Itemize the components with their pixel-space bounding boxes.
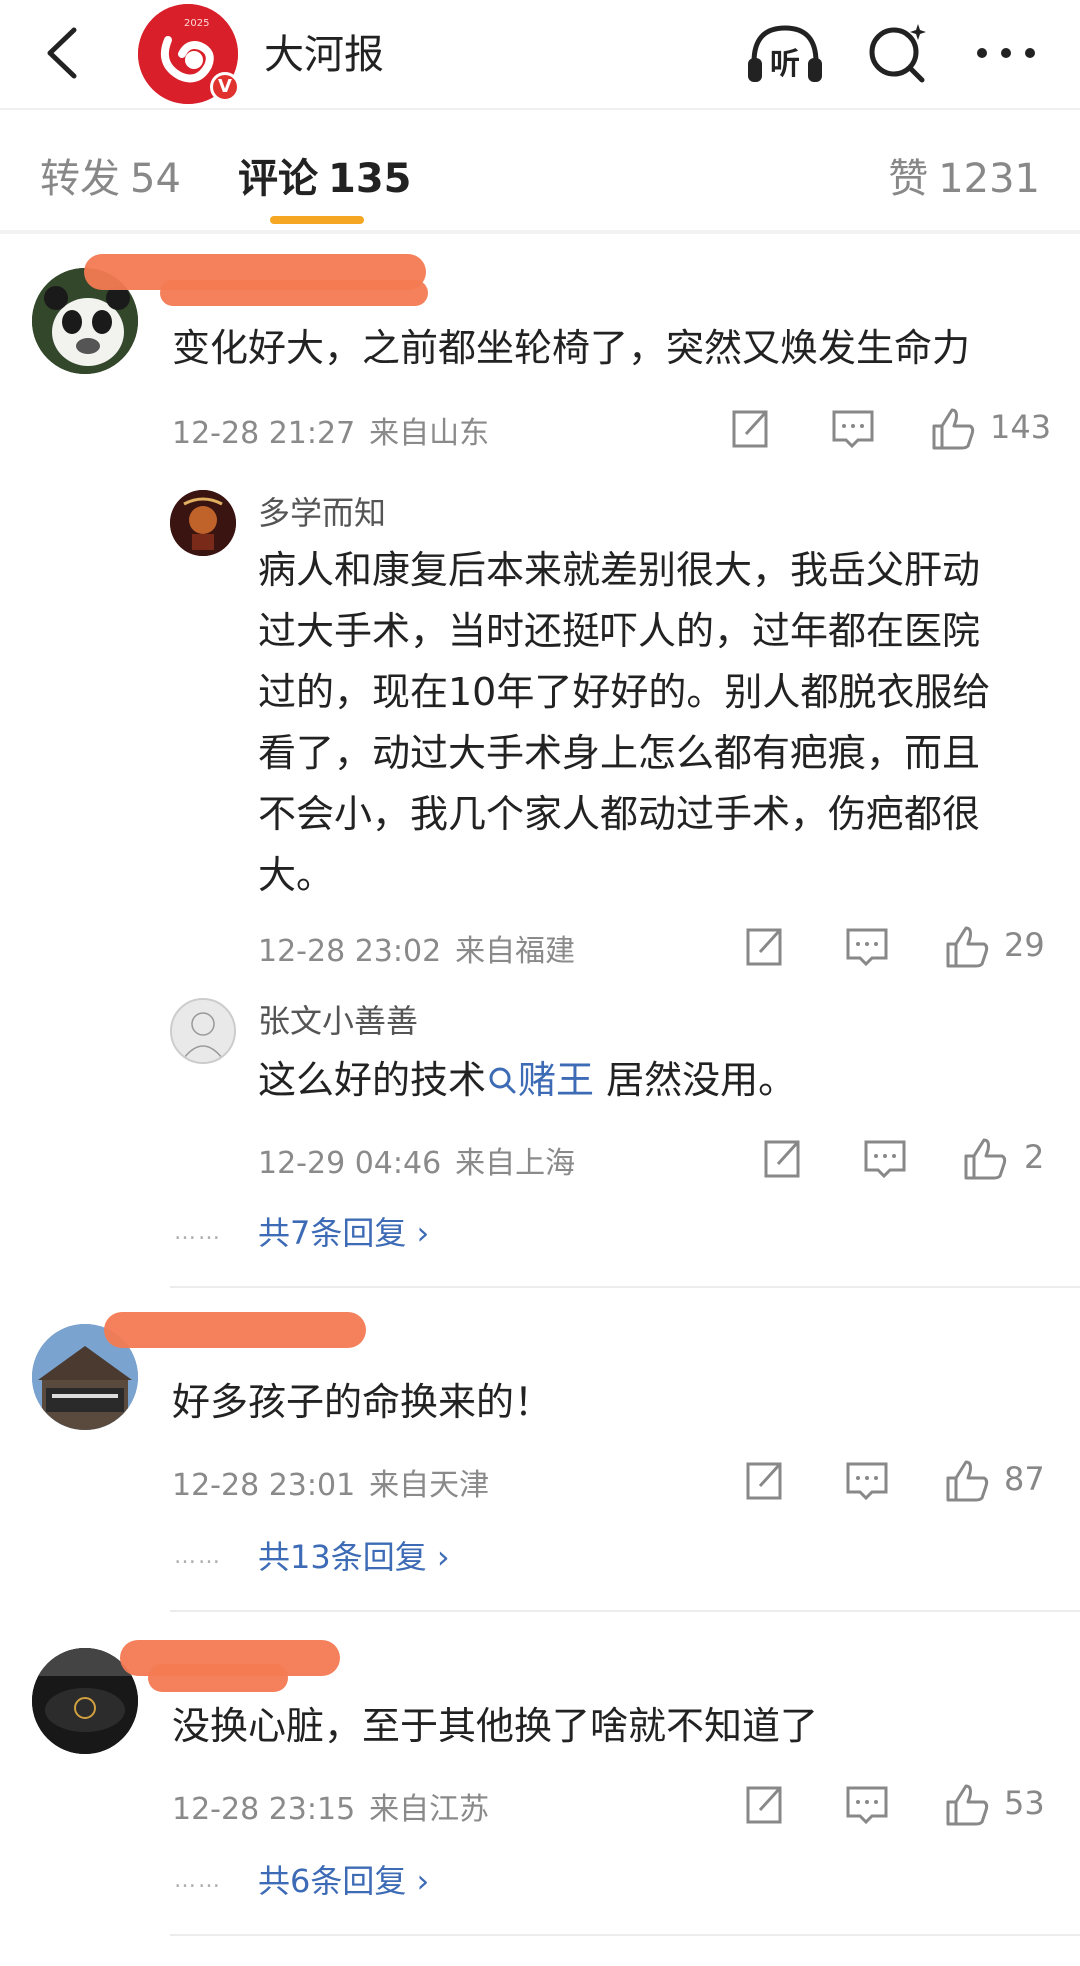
page-title: 大河报	[264, 32, 384, 78]
comment-location: 来自天津	[369, 1468, 490, 1503]
reply-meta: 12-29 04:46 来自上海	[258, 1138, 575, 1182]
back-icon[interactable]	[30, 18, 100, 88]
avatar[interactable]	[170, 998, 236, 1064]
redacted-username	[104, 1312, 366, 1348]
reply-text: 病人和康复后本来就差别很大，我岳父肝动 过大手术，当时还挺吓人的，过年都在医院 …	[258, 540, 990, 906]
tab-comments[interactable]: 评论 135	[238, 146, 412, 204]
search-icon	[489, 1067, 516, 1094]
hashtag-link[interactable]: 赌王	[486, 1058, 594, 1102]
more-replies-link[interactable]: 共7条回复 ›	[258, 1208, 429, 1254]
comment-icon[interactable]	[842, 1780, 892, 1830]
comment-time: 12-28 21:27	[172, 416, 356, 451]
comment-text: 没换心脏，至于其他换了啥就不知道了	[172, 1704, 819, 1748]
account-avatar-logo[interactable]: 2025 V	[138, 4, 240, 104]
hashtag-text: 赌王	[518, 1058, 595, 1102]
comment-time: 12-28 23:01	[172, 1468, 356, 1503]
active-tab-indicator	[270, 216, 364, 224]
reply-text-line: 过大手术，当时还挺吓人的，过年都在医院	[258, 609, 981, 653]
comment-meta: 12-28 21:27 来自山东	[172, 408, 489, 452]
dots-divider: ……	[174, 1220, 222, 1245]
dots-divider: ……	[174, 1868, 222, 1893]
tab-repost-label: 转发	[40, 156, 120, 202]
reply-username[interactable]: 张文小善善	[258, 996, 418, 1042]
like-count: 87	[1004, 1460, 1045, 1498]
tab-likes[interactable]: 赞 1231	[888, 146, 1040, 204]
like-count: 29	[1004, 926, 1045, 964]
logo-year: 2025	[184, 18, 210, 29]
like-count: 2	[1024, 1138, 1045, 1176]
divider	[170, 1934, 1080, 1936]
comment-time: 12-28 23:15	[172, 1792, 356, 1827]
comment-meta: 12-28 23:01 来自天津	[172, 1460, 489, 1504]
reply-text-line: 过的，现在10年了好好的。别人都脱衣服给	[258, 670, 991, 714]
reply-actions: 29	[738, 922, 1058, 972]
listen-icon[interactable]: 听	[744, 18, 826, 88]
share-icon[interactable]	[738, 1456, 788, 1506]
share-icon[interactable]	[738, 922, 788, 972]
reply-text-line: 看了，动过大手术身上怎么都有疤痕，而且	[258, 731, 981, 775]
tab-repost-count: 54	[130, 156, 181, 202]
comment-icon[interactable]	[860, 1134, 910, 1184]
tab-bar: 转发 54 评论 135 赞 1231	[0, 108, 1080, 230]
reply-text-line: 病人和康复后本来就差别很大，我岳父肝动	[258, 548, 981, 592]
reply-actions: 2	[756, 1134, 1056, 1184]
avatar[interactable]	[170, 490, 236, 556]
more-replies-link[interactable]: 共13条回复 ›	[258, 1532, 450, 1578]
reply-text-part: 居然没用。	[594, 1058, 797, 1102]
like-icon[interactable]	[942, 922, 992, 972]
comment-actions: 87	[738, 1456, 1058, 1506]
reply-meta: 12-28 23:02 来自福建	[258, 926, 575, 970]
like-count: 143	[990, 408, 1052, 446]
more-replies-link[interactable]: 共6条回复 ›	[258, 1856, 429, 1902]
like-icon[interactable]	[942, 1780, 992, 1830]
more-icon[interactable]	[966, 18, 1046, 88]
comment-location: 来自江苏	[369, 1792, 490, 1827]
like-icon[interactable]	[960, 1134, 1010, 1184]
comment-actions: 53	[738, 1780, 1058, 1830]
separator	[0, 230, 1080, 234]
reply-text-part: 这么好的技术	[258, 1058, 487, 1102]
tab-repost[interactable]: 转发 54	[40, 146, 181, 204]
like-icon[interactable]	[928, 404, 978, 454]
divider	[170, 1286, 1080, 1288]
comment-location: 来自山东	[369, 416, 490, 451]
comment-icon[interactable]	[828, 404, 878, 454]
tab-likes-count: 1231	[938, 156, 1040, 202]
tab-comments-count: 135	[328, 156, 412, 202]
redacted-username	[160, 280, 428, 306]
top-bar: 2025 V 大河报 听	[0, 0, 1080, 108]
like-count: 53	[1004, 1784, 1045, 1822]
comment-text: 变化好大，之前都坐轮椅了，突然又焕发生命力	[172, 326, 971, 370]
divider	[170, 1610, 1080, 1612]
share-icon[interactable]	[724, 404, 774, 454]
reply-text-line: 大。	[258, 853, 335, 897]
reply-text-line: 不会小，我几个家人都动过手术，伤疤都很	[258, 792, 981, 836]
reply-location: 来自上海	[455, 1146, 576, 1181]
comment-icon[interactable]	[842, 1456, 892, 1506]
comment-icon[interactable]	[842, 922, 892, 972]
search-icon[interactable]	[862, 18, 932, 88]
like-icon[interactable]	[942, 1456, 992, 1506]
reply-text: 这么好的技术 赌王 居然没用。	[258, 1050, 796, 1111]
comment-actions: 143	[724, 404, 1054, 454]
comment-meta: 12-28 23:15 来自江苏	[172, 1784, 489, 1828]
reply-location: 来自福建	[455, 934, 576, 969]
redacted-username	[148, 1664, 288, 1692]
dots-divider: ……	[174, 1544, 222, 1569]
tab-comments-label: 评论	[238, 156, 318, 202]
verified-badge: V	[210, 72, 240, 102]
listen-label: 听	[770, 47, 800, 82]
reply-time: 12-29 04:46	[258, 1146, 442, 1181]
reply-username[interactable]: 多学而知	[258, 488, 386, 534]
comment-text: 好多孩子的命换来的！	[172, 1380, 553, 1424]
tab-likes-label: 赞	[888, 156, 929, 202]
share-icon[interactable]	[756, 1134, 806, 1184]
share-icon[interactable]	[738, 1780, 788, 1830]
reply-time: 12-28 23:02	[258, 934, 442, 969]
